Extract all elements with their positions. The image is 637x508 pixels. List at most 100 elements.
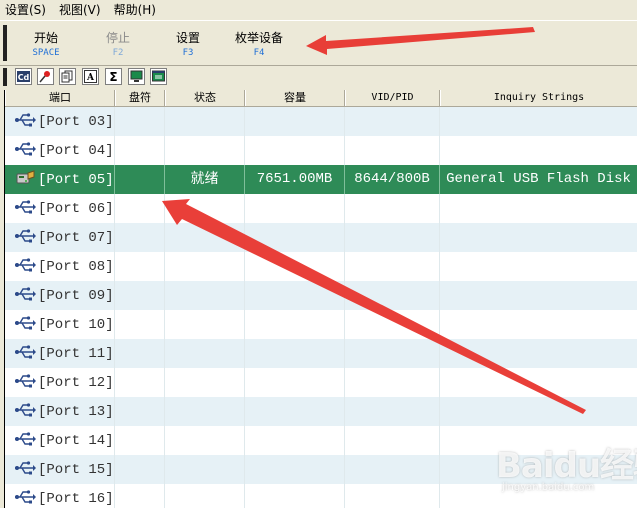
capacity-cell — [245, 339, 345, 368]
capacity-cell — [245, 455, 345, 484]
port-label: [Port 04] — [38, 142, 114, 159]
port-cell: [Port 09] — [5, 281, 115, 310]
vidpid-cell — [345, 136, 440, 165]
vidpid-cell — [345, 455, 440, 484]
port-label: [Port 07] — [38, 229, 114, 246]
inquiry-cell: General USB Flash Disk — [440, 165, 637, 194]
table-row[interactable]: [Port 05] 就绪 7651.00MB 8644/800B General USB… — [5, 165, 637, 194]
usb-port-icon — [14, 257, 36, 277]
pin-icon[interactable] — [37, 68, 54, 85]
icon-toolbar: Cd A Σ — [0, 66, 637, 88]
port-cell: [Port 10] — [5, 310, 115, 339]
drive-cell — [115, 397, 165, 426]
vidpid-cell — [345, 368, 440, 397]
drive-cell — [115, 165, 165, 194]
usb-port-icon — [14, 315, 36, 335]
port-cell: [Port 11] — [5, 339, 115, 368]
vidpid-cell — [345, 281, 440, 310]
port-cell: [Port 06] — [5, 194, 115, 223]
stop-label: 停止 — [105, 31, 130, 45]
vidpid-cell — [345, 310, 440, 339]
port-label: [Port 14] — [38, 432, 114, 449]
menu-settings[interactable]: 设置(S) — [0, 1, 51, 18]
table-row[interactable]: [Port 11] — [5, 339, 637, 368]
table-row[interactable]: [Port 04] — [5, 136, 637, 165]
main-toolbar: 开始 SPACE 停止 F2 设置 F3 枚举设备 F4 — [0, 20, 637, 66]
column-header-vidpid[interactable]: VID/PID — [345, 90, 440, 106]
enumerate-devices-label: 枚举设备 — [234, 31, 283, 45]
capacity-cell — [245, 368, 345, 397]
column-header-status[interactable]: 状态 — [165, 90, 245, 106]
menu-help[interactable]: 帮助(H) — [106, 1, 161, 18]
inquiry-cell — [440, 194, 637, 223]
port-cell: [Port 13] — [5, 397, 115, 426]
inquiry-cell — [440, 339, 637, 368]
port-label: [Port 10] — [38, 316, 114, 333]
drive-cell — [115, 484, 165, 508]
capacity-cell — [245, 484, 345, 508]
vidpid-cell — [345, 397, 440, 426]
usb-port-icon — [14, 460, 36, 480]
table-row[interactable]: [Port 12] — [5, 368, 637, 397]
table-row[interactable]: [Port 09] — [5, 281, 637, 310]
font-icon[interactable]: A — [82, 68, 99, 85]
inquiry-cell — [440, 368, 637, 397]
menu-view[interactable]: 视图(V) — [51, 1, 106, 18]
port-label: [Port 08] — [38, 258, 114, 275]
capacity-cell — [245, 252, 345, 281]
watermark-title: Baidu经验 — [496, 446, 637, 486]
stop-button[interactable]: 停止 F2 — [88, 31, 148, 60]
settings-shortcut: F3 — [182, 48, 194, 58]
capacity-cell — [245, 107, 345, 136]
toolbar-grip[interactable] — [3, 25, 7, 61]
port-label: [Port 03] — [38, 113, 114, 130]
capacity-cell — [245, 223, 345, 252]
enumerate-devices-button[interactable]: 枚举设备 F4 — [229, 31, 289, 60]
table-header: 端口 盘符 状态 容量 VID/PID Inquiry Strings — [5, 90, 637, 107]
drive-cell — [115, 252, 165, 281]
port-cell: [Port 16] — [5, 484, 115, 508]
status-cell: 就绪 — [165, 165, 245, 194]
vidpid-cell — [345, 426, 440, 455]
port-cell: [Port 04] — [5, 136, 115, 165]
usb-port-icon — [14, 228, 36, 248]
table-row[interactable]: [Port 07] — [5, 223, 637, 252]
settings-button[interactable]: 设置 F3 — [158, 31, 218, 60]
port-cell: [Port 07] — [5, 223, 115, 252]
start-button[interactable]: 开始 SPACE — [16, 31, 76, 60]
column-header-drive[interactable]: 盘符 — [115, 90, 165, 106]
stop-shortcut: F2 — [112, 48, 124, 58]
inquiry-cell — [440, 107, 637, 136]
table-row[interactable]: [Port 10] — [5, 310, 637, 339]
settings-label: 设置 — [175, 31, 200, 45]
drive-cell — [115, 194, 165, 223]
drive-cell — [115, 339, 165, 368]
table-row[interactable]: [Port 06] — [5, 194, 637, 223]
drive-cell — [115, 107, 165, 136]
copy-icon[interactable] — [59, 68, 76, 85]
capacity-cell — [245, 310, 345, 339]
table-row[interactable]: [Port 13] — [5, 397, 637, 426]
status-cell — [165, 397, 245, 426]
cd-icon[interactable]: Cd — [15, 68, 32, 85]
port-label: [Port 09] — [38, 287, 114, 304]
drive-cell — [115, 223, 165, 252]
column-header-inquiry[interactable]: Inquiry Strings — [440, 90, 637, 106]
window-icon[interactable] — [150, 68, 167, 85]
sigma-icon[interactable]: Σ — [105, 68, 122, 85]
status-cell — [165, 368, 245, 397]
monitor-icon[interactable] — [128, 68, 145, 85]
table-row[interactable]: [Port 03] — [5, 107, 637, 136]
start-shortcut: SPACE — [32, 48, 60, 58]
port-label: [Port 13] — [38, 403, 114, 420]
vidpid-cell — [345, 194, 440, 223]
table-row[interactable]: [Port 08] — [5, 252, 637, 281]
column-header-port[interactable]: 端口 — [5, 90, 115, 106]
usb-port-icon — [14, 402, 36, 422]
svg-text:A: A — [86, 73, 95, 83]
port-label: [Port 16] — [38, 490, 114, 507]
inquiry-cell — [440, 136, 637, 165]
svg-text:Σ: Σ — [109, 70, 117, 83]
column-header-capacity[interactable]: 容量 — [245, 90, 345, 106]
icon-toolbar-grip[interactable] — [3, 68, 7, 86]
